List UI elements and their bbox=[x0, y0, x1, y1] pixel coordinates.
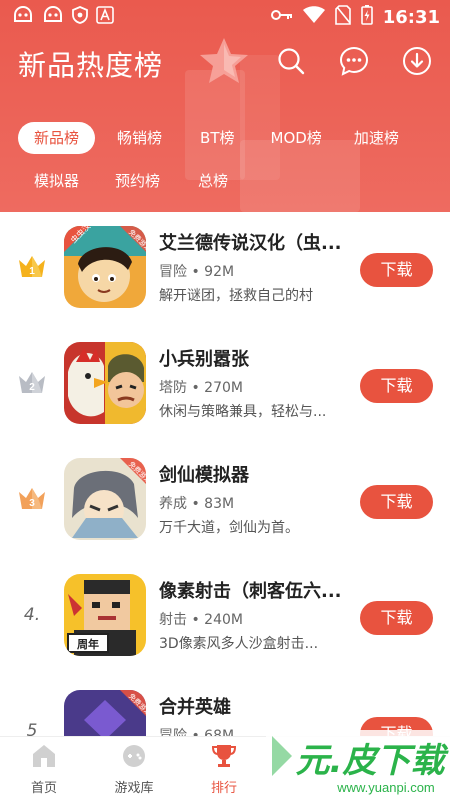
tab-mod[interactable]: MOD榜 bbox=[255, 122, 338, 154]
list-item[interactable]: 3 免费游戏 剑仙模拟器 养成 • 83M 万千大道，剑仙为首。 下载 bbox=[0, 444, 450, 560]
rank-number: 1 bbox=[29, 266, 35, 277]
download-button[interactable]: 下载 bbox=[360, 485, 433, 519]
nav-ranking-label: 排行 bbox=[210, 781, 237, 796]
tab-overall[interactable]: 总榜 bbox=[182, 165, 244, 197]
tab-reservation[interactable]: 预约榜 bbox=[99, 165, 176, 197]
status-bar: 16:31 bbox=[0, 0, 450, 32]
rank-2-crown: 2 bbox=[14, 368, 50, 398]
tab-new[interactable]: 新品榜 bbox=[18, 122, 96, 154]
ranking-tabs-row-2: 模拟器 预约榜 总榜 bbox=[18, 165, 244, 197]
nav-home-label: 首页 bbox=[30, 781, 57, 796]
rank-number: 3 bbox=[29, 498, 35, 509]
app-meta: 冒险 • 92M bbox=[159, 264, 235, 280]
a-icon bbox=[96, 6, 114, 28]
list-item[interactable]: 1 虫虫汉化 免费游戏 艾兰德传说汉化（虫... 冒险 • 92M 解开谜团，拯… bbox=[0, 212, 450, 328]
app-meta: 射击 • 240M bbox=[159, 612, 243, 628]
watermark-url: www.yuanpi.com bbox=[336, 780, 435, 795]
app-meta: 养成 • 83M bbox=[159, 496, 235, 512]
app-description: 万千大道，剑仙为首。 bbox=[159, 520, 299, 536]
nav-ranking[interactable]: 排行 bbox=[194, 743, 254, 796]
nav-game-library-label: 游戏库 bbox=[114, 781, 154, 796]
battery-charging-icon bbox=[360, 5, 373, 29]
nav-home[interactable]: 首页 bbox=[14, 743, 74, 796]
no-sim-icon bbox=[334, 5, 351, 29]
rank-number: 2 bbox=[29, 382, 35, 393]
download-button[interactable]: 下载 bbox=[360, 369, 433, 403]
rank-4: 4. bbox=[14, 600, 50, 630]
gamepad-icon bbox=[104, 743, 164, 773]
watermark-text: 元.皮下载 bbox=[296, 741, 450, 781]
app-icon bbox=[64, 342, 146, 424]
app-name: 艾兰德传说汉化（虫... bbox=[159, 233, 342, 254]
trophy-icon bbox=[194, 743, 254, 773]
page-title: 新品热度榜 bbox=[18, 49, 164, 82]
app-icon: 虫虫汉化 免费游戏 bbox=[64, 226, 146, 308]
rank-3-crown: 3 bbox=[14, 484, 50, 514]
app-icon: 免费游戏 bbox=[64, 458, 146, 540]
icon-badge: 周年 bbox=[77, 637, 99, 651]
list-item[interactable]: 4. 周年 像素射击（刺客伍六... 射击 • 240M 3D像素风多人沙盒射击… bbox=[0, 560, 450, 676]
ranking-tabs-row-1: 新品榜 畅销榜 BT榜 MOD榜 加速榜 bbox=[18, 122, 415, 154]
app-meta: 冒险 • 68M bbox=[159, 728, 235, 736]
app-icon: 免费游戏 bbox=[64, 690, 146, 736]
home-icon bbox=[14, 743, 74, 773]
message-icon bbox=[339, 46, 369, 80]
shield-icon bbox=[72, 6, 88, 28]
rank-1-crown: 1 bbox=[14, 252, 50, 282]
tab-bt[interactable]: BT榜 bbox=[184, 122, 250, 154]
download-icon bbox=[402, 46, 432, 80]
download-button[interactable]: 下载 bbox=[360, 601, 433, 635]
list-item[interactable]: 2 小兵别嚣张 塔防 • 270M 休闲与策略兼具，轻松与... 下载 bbox=[0, 328, 450, 444]
rank-number: 5 bbox=[26, 721, 38, 736]
rank-number: 4. bbox=[23, 605, 41, 625]
download-manager-button[interactable] bbox=[400, 46, 434, 80]
app-description: 休闲与策略兼具，轻松与... bbox=[159, 404, 327, 420]
search-icon bbox=[276, 46, 306, 80]
app-name: 剑仙模拟器 bbox=[159, 465, 249, 486]
download-button[interactable]: 下载 bbox=[360, 253, 433, 287]
app-name: 合并英雄 bbox=[159, 697, 231, 718]
app-meta: 塔防 • 270M bbox=[159, 380, 243, 396]
wifi-icon bbox=[302, 6, 325, 28]
bug-icon bbox=[12, 6, 34, 28]
nav-game-library[interactable]: 游戏库 bbox=[104, 743, 164, 796]
watermark-logo: 元.皮下载 www.yuanpi.com bbox=[266, 722, 450, 798]
app-description: 3D像素风多人沙盒射击... bbox=[159, 636, 319, 652]
header: 16:31 新品热度榜 新品榜 畅销榜 BT榜 MOD榜 加速榜 模拟器 预约榜… bbox=[0, 0, 450, 212]
rank-5: 5 bbox=[14, 716, 50, 736]
status-time: 16:31 bbox=[382, 6, 440, 28]
app-description: 解开谜团，拯救自己的村 bbox=[159, 288, 313, 304]
tab-emulator[interactable]: 模拟器 bbox=[18, 165, 95, 197]
key-icon bbox=[270, 8, 293, 26]
app-name: 像素射击（刺客伍六... bbox=[159, 581, 342, 602]
app-name: 小兵别嚣张 bbox=[159, 349, 249, 370]
tab-bestseller[interactable]: 畅销榜 bbox=[101, 122, 178, 154]
bug-icon bbox=[42, 6, 64, 28]
message-button[interactable] bbox=[337, 46, 371, 80]
tab-accelerate[interactable]: 加速榜 bbox=[338, 122, 415, 154]
app-icon: 周年 bbox=[64, 574, 146, 656]
star-decoration bbox=[196, 36, 252, 92]
search-button[interactable] bbox=[274, 46, 308, 80]
ranking-list: 1 虫虫汉化 免费游戏 艾兰德传说汉化（虫... 冒险 • 92M 解开谜团，拯… bbox=[0, 212, 450, 736]
